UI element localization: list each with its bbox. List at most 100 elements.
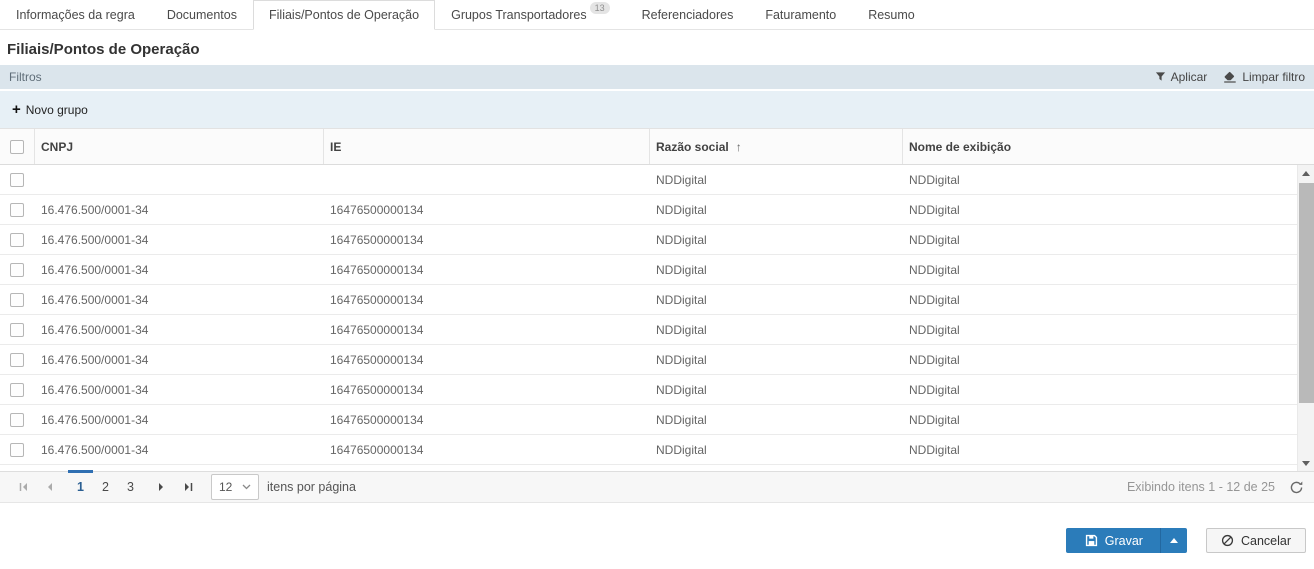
cell-razao-social: NDDigital [650,383,903,397]
column-header-ie[interactable]: IE [324,129,650,164]
page-title: Filiais/Pontos de Operação [0,30,1314,65]
row-checkbox[interactable] [10,293,24,307]
cell-nome-exibicao: NDDigital [903,383,1314,397]
cell-nome-exibicao: NDDigital [903,233,1314,247]
cell-cnpj: 16.476.500/0001-34 [35,353,324,367]
cell-razao-social: NDDigital [650,413,903,427]
table-row[interactable]: 16.476.500/0001-34 16476500000134 NDDigi… [0,225,1314,255]
tab-label: Informações da regra [16,8,135,22]
next-page-button[interactable] [149,472,175,502]
table-body: NDDigital NDDigital 16.476.500/0001-34 1… [0,165,1314,471]
plus-icon: + [12,104,21,116]
row-checkbox[interactable] [10,383,24,397]
row-checkbox[interactable] [10,413,24,427]
row-checkbox[interactable] [10,263,24,277]
tab[interactable]: Faturamento [749,0,852,30]
row-checkbox[interactable] [10,203,24,217]
vertical-scrollbar[interactable] [1297,165,1314,471]
funnel-icon [1155,71,1166,83]
new-group-label: Novo grupo [26,103,88,117]
cell-ie: 16476500000134 [324,443,650,457]
table-row[interactable]: NDDigital NDDigital [0,165,1314,195]
scroll-down-arrow[interactable] [1298,455,1314,471]
apply-filter-label: Aplicar [1171,70,1208,84]
row-checkbox-cell [0,323,35,337]
apply-filter-button[interactable]: Aplicar [1155,70,1208,84]
row-checkbox[interactable] [10,323,24,337]
save-label: Gravar [1105,534,1143,548]
triangle-up-icon [1170,538,1178,543]
select-all-checkbox[interactable] [10,140,24,154]
page-size-dropdown[interactable]: 12 [211,474,259,500]
cell-nome-exibicao: NDDigital [903,443,1314,457]
cell-nome-exibicao: NDDigital [903,413,1314,427]
filters-bar: Filtros Aplicar Limpar filtro [0,65,1314,89]
save-button[interactable]: Gravar [1066,528,1160,553]
first-page-button[interactable] [10,472,36,502]
column-header-nome-exibicao[interactable]: Nome de exibição [903,129,1314,164]
cancel-icon [1221,534,1234,547]
previous-page-button[interactable] [36,472,62,502]
chevron-down-icon [242,484,251,490]
row-checkbox[interactable] [10,353,24,367]
table-rows-container: NDDigital NDDigital 16.476.500/0001-34 1… [0,165,1314,471]
tab[interactable]: Informações da regra [0,0,151,30]
pager: 123 12 itens por página Exibindo itens 1… [0,471,1314,503]
select-all-cell [0,129,35,164]
cell-nome-exibicao: NDDigital [903,353,1314,367]
cell-razao-social: NDDigital [650,203,903,217]
column-label: IE [330,140,341,154]
grid-toolbar: + Novo grupo [0,91,1314,128]
cell-razao-social: NDDigital [650,293,903,307]
scroll-up-arrow[interactable] [1298,165,1314,181]
cell-cnpj: 16.476.500/0001-34 [35,323,324,337]
cell-ie: 16476500000134 [324,293,650,307]
row-checkbox-cell [0,293,35,307]
page-number-button[interactable]: 2 [93,472,118,502]
column-label: Razão social [656,140,729,154]
row-checkbox[interactable] [10,443,24,457]
cancel-label: Cancelar [1241,534,1291,548]
cell-razao-social: NDDigital [650,173,903,187]
last-page-button[interactable] [175,472,201,502]
row-checkbox-cell [0,173,35,187]
page-number-button[interactable]: 3 [118,472,143,502]
cell-razao-social: NDDigital [650,263,903,277]
new-group-button[interactable]: + Novo grupo [12,103,88,117]
table-row[interactable]: 16.476.500/0001-34 16476500000134 NDDigi… [0,435,1314,465]
row-checkbox-cell [0,233,35,247]
save-options-arrow-button[interactable] [1160,528,1187,553]
table-row[interactable]: 16.476.500/0001-34 16476500000134 NDDigi… [0,375,1314,405]
table-row[interactable]: 16.476.500/0001-34 16476500000134 NDDigi… [0,315,1314,345]
cell-razao-social: NDDigital [650,233,903,247]
cell-ie: 16476500000134 [324,263,650,277]
cancel-button[interactable]: Cancelar [1206,528,1306,553]
tab[interactable]: Referenciadores [626,0,750,30]
cell-razao-social: NDDigital [650,443,903,457]
row-checkbox[interactable] [10,173,24,187]
cell-ie: 16476500000134 [324,233,650,247]
tab[interactable]: Grupos Transportadores 13 [435,0,626,30]
column-header-razao-social[interactable]: Razão social ↑ [650,129,903,164]
cell-ie: 16476500000134 [324,203,650,217]
table-row[interactable]: 16.476.500/0001-34 16476500000134 NDDigi… [0,285,1314,315]
tab-label: Resumo [868,8,915,22]
clear-filter-button[interactable]: Limpar filtro [1223,70,1305,84]
tab-label: Filiais/Pontos de Operação [269,8,419,22]
table-row[interactable]: 16.476.500/0001-34 16476500000134 NDDigi… [0,195,1314,225]
column-header-cnpj[interactable]: CNPJ [35,129,324,164]
pager-info: Exibindo itens 1 - 12 de 25 [1127,480,1275,494]
refresh-button[interactable] [1289,480,1304,495]
page-number-button[interactable]: 1 [68,472,93,502]
table-row[interactable]: 16.476.500/0001-34 16476500000134 NDDigi… [0,345,1314,375]
tab[interactable]: Filiais/Pontos de Operação [253,0,435,30]
table-row[interactable]: 16.476.500/0001-34 16476500000134 NDDigi… [0,255,1314,285]
cell-cnpj: 16.476.500/0001-34 [35,413,324,427]
tab[interactable]: Documentos [151,0,253,30]
row-checkbox[interactable] [10,233,24,247]
tab-label: Faturamento [765,8,836,22]
tab[interactable]: Resumo [852,0,931,30]
pager-right: Exibindo itens 1 - 12 de 25 [1127,480,1304,495]
table-row[interactable]: 16.476.500/0001-34 16476500000134 NDDigi… [0,405,1314,435]
scrollbar-thumb[interactable] [1299,183,1314,403]
